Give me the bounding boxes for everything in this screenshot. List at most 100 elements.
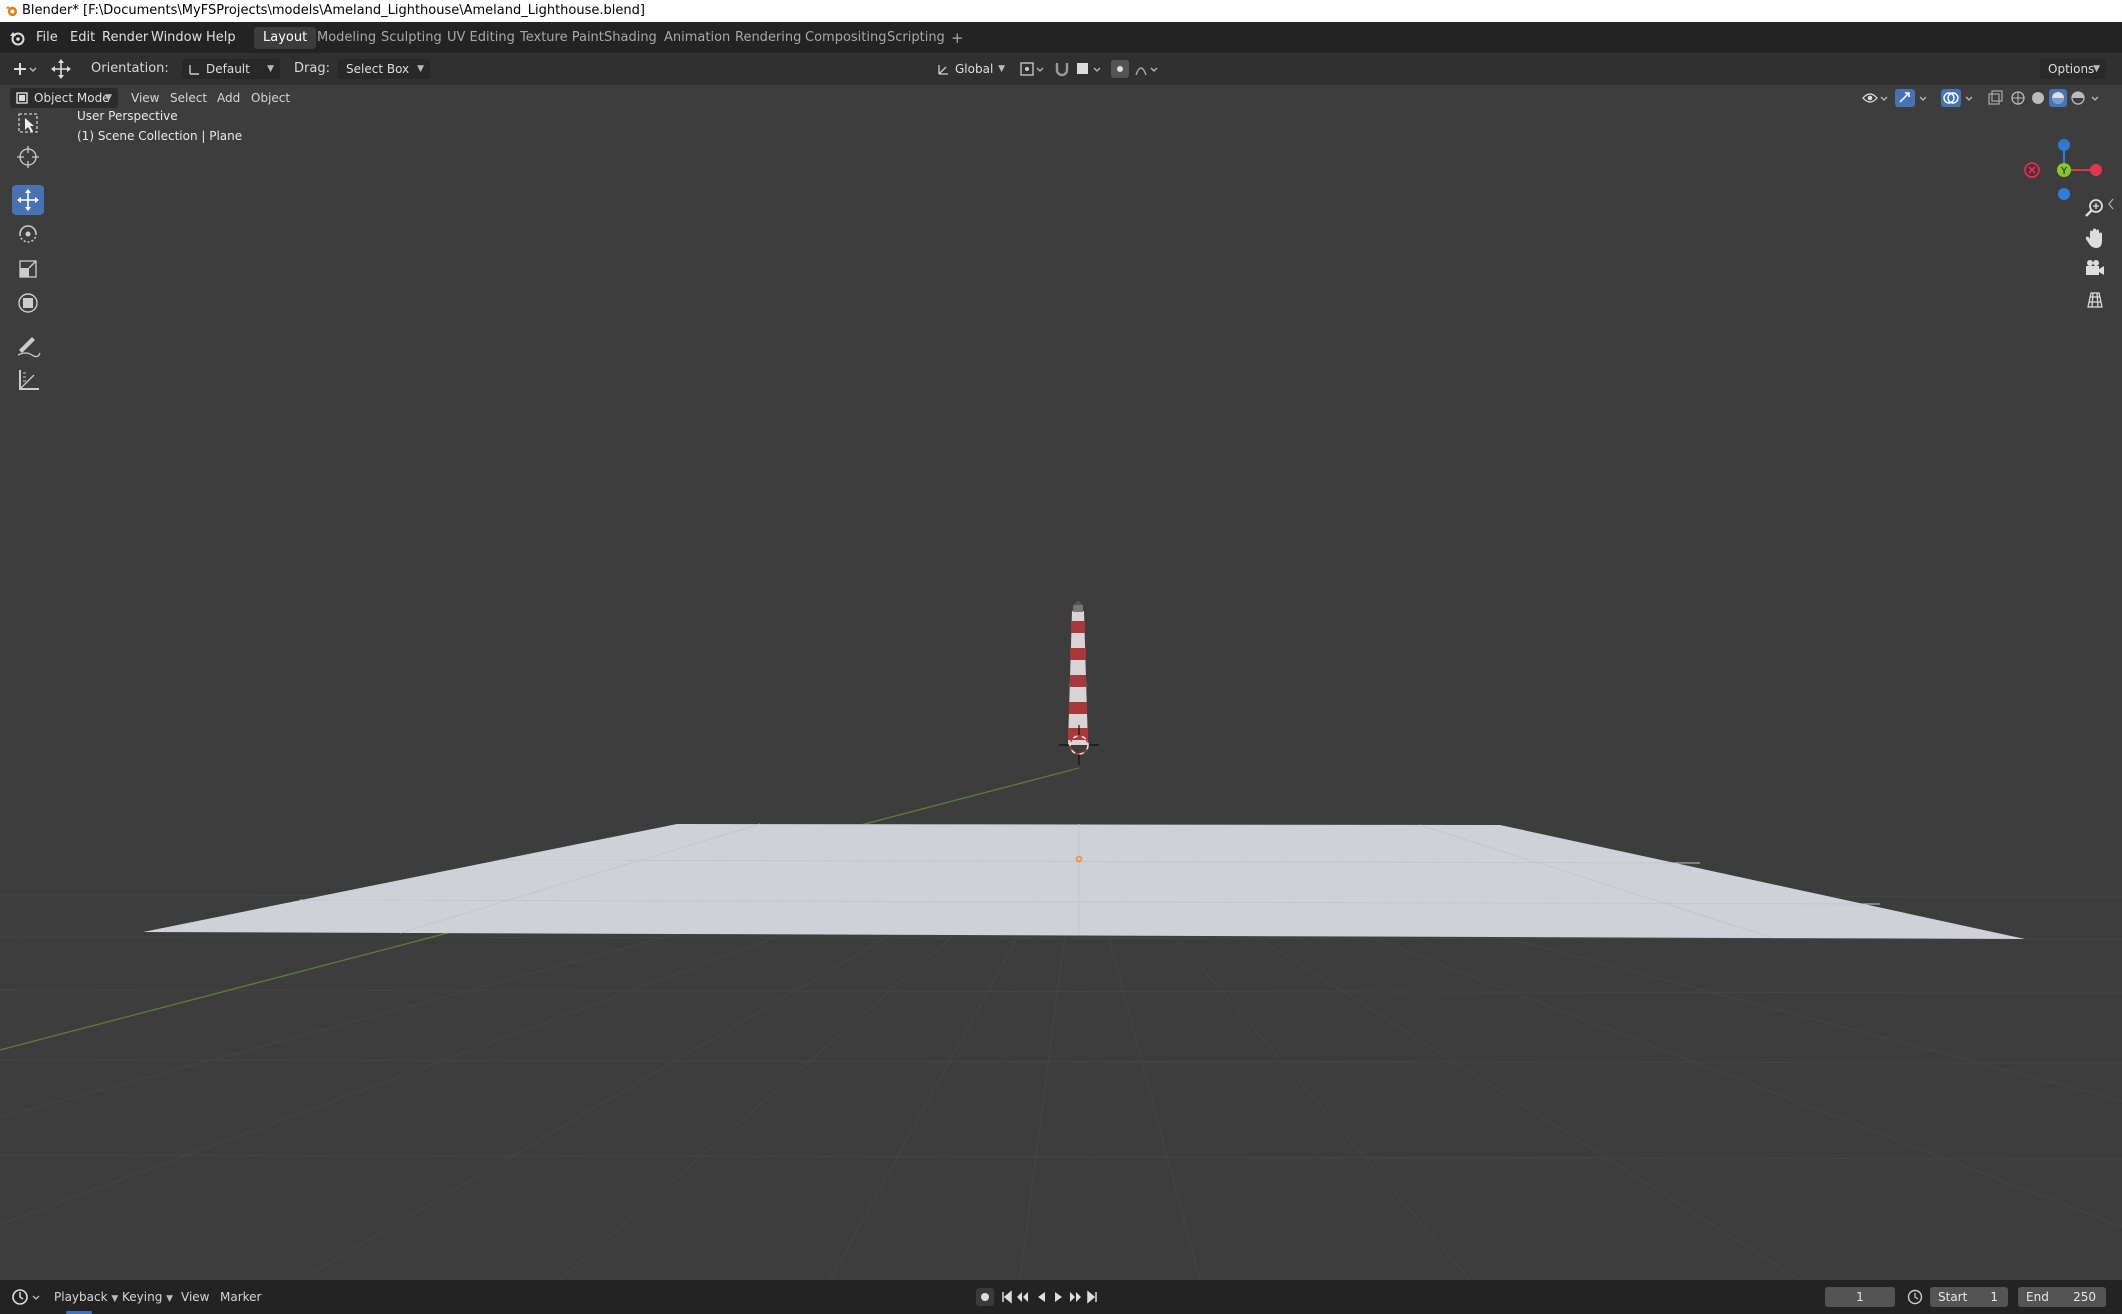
- navigation-gizmo[interactable]: Y: [2015, 105, 2115, 205]
- chevron-down-icon: ▼: [166, 1294, 174, 1304]
- drag-label: Drag:: [294, 61, 330, 76]
- editor-type-icon[interactable]: [10, 59, 38, 79]
- top-menu-bar: File Edit Render Window Help Layout Mode…: [0, 22, 2122, 53]
- play-icon: [1055, 1292, 1062, 1302]
- snap-target-icon[interactable]: [1074, 59, 1104, 79]
- rotate-icon: [19, 225, 37, 243]
- sidebar-toggle-icon[interactable]: [2106, 197, 2116, 211]
- prev-keyframe-icon: [1017, 1292, 1028, 1302]
- lighthouse-model[interactable]: [1068, 601, 1088, 745]
- next-keyframe-icon: [1070, 1292, 1081, 1302]
- camera-view-icon[interactable]: [2082, 256, 2108, 282]
- add-workspace-button[interactable]: +: [942, 27, 973, 49]
- menu-file[interactable]: File: [36, 22, 58, 53]
- select-box-icon: [18, 113, 38, 133]
- move-tool-icon[interactable]: [50, 58, 72, 80]
- options-dropdown[interactable]: Options ▼: [2040, 59, 2106, 79]
- record-icon: [981, 1293, 989, 1301]
- window-title: Blender* [F:\Documents\MyFSProjects\mode…: [22, 3, 645, 18]
- measure-ruler-icon: [19, 370, 39, 390]
- select-box-tool[interactable]: [12, 108, 44, 138]
- menu-edit[interactable]: Edit: [70, 22, 95, 53]
- x-axis-handle-icon: [2090, 164, 2102, 176]
- move-arrows-icon: [17, 189, 39, 211]
- rotate-tool[interactable]: [12, 219, 44, 249]
- transform-orientation-dropdown[interactable]: Global ▼: [931, 59, 1011, 79]
- chevron-down-icon: ▼: [2093, 64, 2100, 74]
- blender-menu-icon[interactable]: [9, 30, 25, 46]
- end-frame-field[interactable]: End 250: [2018, 1287, 2106, 1307]
- viewport-menu-view[interactable]: View: [125, 88, 165, 108]
- z-axis-handle-icon: [2058, 139, 2070, 151]
- playback-controls[interactable]: [975, 1286, 1125, 1308]
- measure-tool[interactable]: [12, 365, 44, 395]
- end-label: End: [2026, 1290, 2049, 1304]
- 3d-viewport[interactable]: User Perspective (1) Scene Collection | …: [0, 85, 2122, 1280]
- object-mode-icon: [16, 92, 28, 104]
- proportional-editing-icon[interactable]: [1110, 59, 1130, 79]
- jump-end-icon: [1087, 1290, 1097, 1304]
- zoom-magnifier-icon[interactable]: [2082, 195, 2108, 221]
- menu-help[interactable]: Help: [206, 22, 236, 53]
- annotate-tool[interactable]: [12, 331, 44, 361]
- cursor-tool[interactable]: [12, 142, 44, 172]
- chevron-down-icon: ▼: [998, 64, 1005, 74]
- cursor-icon: [17, 146, 39, 168]
- viewport-scene[interactable]: [0, 85, 2122, 1280]
- orientation-label: Orientation:: [91, 61, 169, 76]
- ortho-grid-icon[interactable]: [2082, 287, 2108, 313]
- transform-icon: [18, 293, 38, 313]
- jump-start-icon: [1002, 1290, 1012, 1304]
- end-value: 250: [2073, 1290, 2096, 1304]
- timeline-menu-keying[interactable]: Keying ▼: [116, 1287, 179, 1307]
- current-frame-value: 1: [1856, 1290, 1864, 1304]
- window-title-bar: Blender* [F:\Documents\MyFSProjects\mode…: [0, 0, 2122, 22]
- scale-icon: [19, 260, 37, 278]
- annotate-pencil-icon: [17, 337, 41, 358]
- start-frame-field[interactable]: Start 1: [1930, 1287, 2008, 1307]
- start-value: 1: [1990, 1290, 1998, 1304]
- playback-label: Playback: [54, 1290, 108, 1304]
- proportional-falloff-icon[interactable]: [1134, 59, 1162, 79]
- chevron-down-icon: ▼: [417, 64, 424, 74]
- timeline-editor-type-icon[interactable]: [10, 1287, 42, 1307]
- gizmo-toggle-icon[interactable]: [1894, 88, 1930, 108]
- use-preview-range-icon[interactable]: [1905, 1287, 1925, 1307]
- pan-hand-icon[interactable]: [2082, 225, 2108, 251]
- options-label: Options: [2048, 62, 2095, 76]
- xray-toggle-icon[interactable]: [1985, 88, 2005, 108]
- object-mode-value: Object Mode: [34, 91, 110, 105]
- menu-render[interactable]: Render: [102, 22, 148, 53]
- menu-window[interactable]: Window: [151, 22, 202, 53]
- viewport-menu-add[interactable]: Add: [211, 88, 246, 108]
- timeline-menu-playback[interactable]: Playback ▼: [48, 1287, 124, 1307]
- transform-tool[interactable]: [12, 288, 44, 318]
- start-label: Start: [1938, 1290, 1968, 1304]
- gizmo-y-label: Y: [2060, 166, 2068, 177]
- play-reverse-icon: [1038, 1292, 1045, 1302]
- chevron-down-icon: ▼: [105, 93, 112, 103]
- current-frame-field[interactable]: 1: [1825, 1287, 1895, 1307]
- orientation-dropdown[interactable]: Default ▼: [182, 59, 280, 79]
- neg-z-axis-handle-icon: [2058, 188, 2070, 200]
- orientation-value: Default: [206, 62, 250, 76]
- snap-magnet-icon[interactable]: [1052, 59, 1072, 79]
- tab-layout[interactable]: Layout: [254, 27, 317, 49]
- timeline-menu-marker[interactable]: Marker: [214, 1287, 267, 1307]
- drag-dropdown[interactable]: Select Box ▼: [338, 59, 430, 79]
- keying-label: Keying: [122, 1290, 163, 1304]
- pivot-point-icon[interactable]: [1018, 59, 1046, 79]
- move-tool[interactable]: [12, 185, 44, 215]
- overlays-toggle-icon[interactable]: [1940, 88, 1976, 108]
- object-mode-dropdown[interactable]: Object Mode ▼: [10, 88, 118, 108]
- tool-settings-header: Orientation: Default ▼ Drag: Select Box …: [0, 53, 2122, 85]
- chevron-down-icon: ▼: [267, 64, 274, 74]
- ground-plane[interactable]: [143, 824, 2025, 939]
- object-visibility-icon[interactable]: [1860, 88, 1890, 108]
- viewport-menu-select[interactable]: Select: [164, 88, 213, 108]
- timeline-menu-view[interactable]: View: [175, 1287, 215, 1307]
- transform-orientation-value: Global: [955, 62, 994, 76]
- viewport-menu-object[interactable]: Object: [245, 88, 296, 108]
- blender-logo-icon: [5, 5, 18, 17]
- scale-tool[interactable]: [12, 254, 44, 284]
